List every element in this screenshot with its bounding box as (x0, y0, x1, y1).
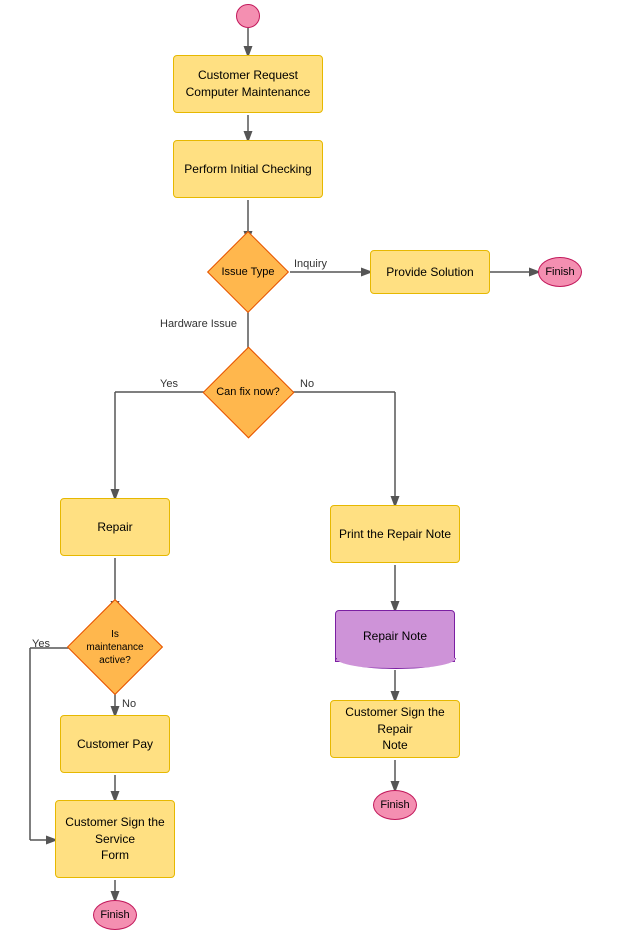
no2-label: No (122, 698, 136, 710)
customer-pay-node: Customer Pay (60, 715, 170, 773)
issue-type-diamond: Issue Type (208, 240, 288, 304)
start-node (236, 4, 260, 28)
hardware-issue-label: Hardware Issue (160, 318, 237, 330)
repair-note-node: Repair Note (335, 610, 455, 662)
provide-solution-node: Provide Solution (370, 250, 490, 294)
finish-right-node: Finish (373, 790, 417, 820)
inquiry-label: Inquiry (294, 258, 327, 270)
flowchart: Customer Request Computer Maintenance Pe… (0, 0, 636, 950)
request-node: Customer Request Computer Maintenance (173, 55, 323, 113)
customer-sign-service-node: Customer Sign the Service Form (55, 800, 175, 878)
customer-sign-repair-node: Customer Sign the Repair Note (330, 700, 460, 758)
yes1-label: Yes (160, 378, 178, 390)
repair-node: Repair (60, 498, 170, 556)
yes2-label: Yes (32, 638, 50, 650)
print-repair-note-node: Print the Repair Note (330, 505, 460, 563)
initial-check-node: Perform Initial Checking (173, 140, 323, 198)
can-fix-diamond: Can fix now? (203, 357, 293, 427)
maintenance-diamond: Is maintenance active? (70, 608, 160, 686)
no1-label: No (300, 378, 314, 390)
finish-bottom-node: Finish (93, 900, 137, 930)
finish-top-node: Finish (538, 257, 582, 287)
